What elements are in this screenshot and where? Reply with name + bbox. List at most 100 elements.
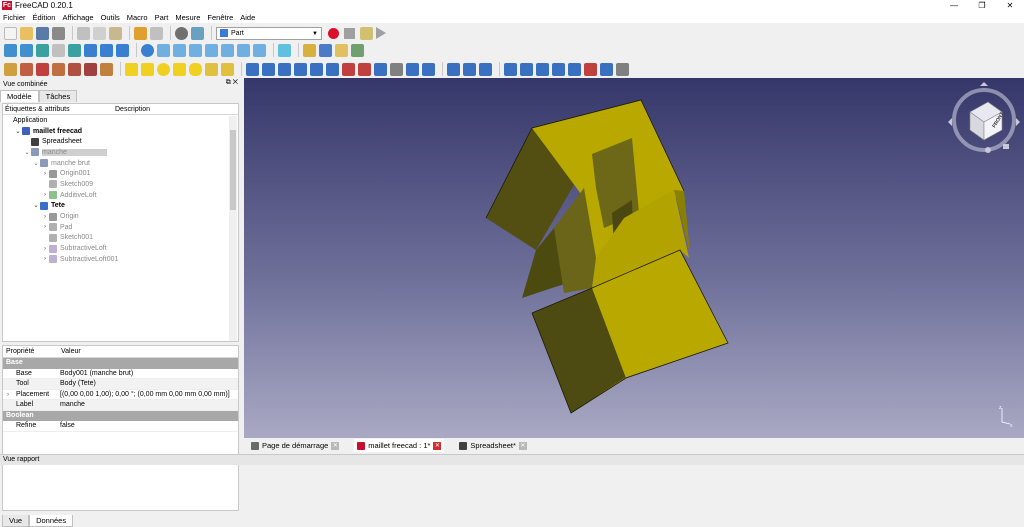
nav-arrow-up-icon[interactable] [980,82,988,86]
loft-icon[interactable] [358,62,371,76]
tree-expander-icon[interactable]: › [41,171,49,177]
group-icon[interactable] [319,43,332,57]
workbench-selector[interactable]: Part ▼ [216,26,322,40]
sphere-icon[interactable] [157,62,170,76]
tree-item[interactable]: › SubtractiveLoft001 [3,254,238,265]
close-tab-icon[interactable]: ✕ [518,441,527,450]
ruled-surface-icon[interactable] [342,62,355,76]
view-bottom-icon[interactable] [237,43,250,57]
measure-linear-icon[interactable] [584,62,597,76]
close-tab-icon[interactable]: ✕ [433,441,442,450]
refresh-icon[interactable] [175,26,188,40]
measure-angular-icon[interactable] [600,62,613,76]
tree-expander-icon[interactable]: ⌄ [32,202,40,209]
menu-outils[interactable]: Outils [101,13,120,22]
make-face-icon[interactable] [326,62,339,76]
cross-section-icon[interactable] [406,62,419,76]
close-tab-icon[interactable]: ✕ [331,441,340,450]
tree-item[interactable]: › Origin001 [3,168,238,179]
tab-vue[interactable]: Vue [2,515,30,527]
column-description[interactable]: Description [113,104,150,114]
close-button[interactable]: ✕ [996,0,1024,11]
fuse-icon[interactable] [536,62,549,76]
boolean-icon[interactable] [504,62,517,76]
tree-item[interactable]: › Origin [3,211,238,222]
sweep-icon[interactable] [374,62,387,76]
maximize-button[interactable]: ❐ [968,0,996,11]
view-isometric-icon[interactable] [157,43,170,57]
property-value[interactable]: Body001 (manche brut) [58,369,238,379]
tab-donnees[interactable]: Données [29,515,74,527]
measure-clear-icon[interactable] [616,62,629,76]
panel-float-close-buttons[interactable]: ⧉ ✕ [226,79,238,87]
tree-item[interactable]: › SubtractiveLoft [3,243,238,254]
doc-tab-start-page[interactable]: Page de démarrage ✕ [248,439,342,452]
projection-icon[interactable] [463,62,476,76]
fit-selection-icon[interactable] [20,43,33,57]
new-document-icon[interactable] [4,26,17,40]
common-icon[interactable] [552,62,565,76]
view-top-icon[interactable] [189,43,202,57]
cylinder-icon[interactable] [141,62,154,76]
part-tool-icon[interactable] [100,62,113,76]
cube-icon[interactable] [125,62,138,76]
tree-expander-icon[interactable]: ⌄ [23,149,31,156]
tree-item[interactable]: › Pad [3,222,238,233]
macro-play-icon[interactable] [376,27,386,39]
3d-viewport[interactable]: FRONT z x [244,78,1024,438]
property-row[interactable]: Label manche [3,400,238,411]
menu-part[interactable]: Part [155,13,169,22]
menu-fichier[interactable]: Fichier [3,13,26,22]
tree-expander-icon[interactable]: ⌄ [32,160,40,167]
cut-boolean-icon[interactable] [520,62,533,76]
undo-icon[interactable] [134,26,147,40]
doc-tab-spreadsheet[interactable]: Spreadsheet* ✕ [456,439,529,452]
property-value[interactable]: [(0,00 0,00 1,00); 0,00 °; (0,00 mm 0,00… [58,390,238,400]
paste-icon[interactable] [109,26,122,40]
copy-icon[interactable] [93,26,106,40]
view-front-icon[interactable] [173,43,186,57]
offset-icon[interactable] [422,62,435,76]
property-value[interactable]: false [58,421,238,431]
revolve-icon[interactable] [262,62,275,76]
part-tool-icon[interactable] [52,62,65,76]
tube-icon[interactable] [205,62,218,76]
column-labels[interactable]: Étiquettes & attributs [3,104,113,114]
minimize-button[interactable]: — [940,0,968,11]
menu-mesure[interactable]: Mesure [175,13,200,22]
menu-edition[interactable]: Édition [33,13,56,22]
stereo-icon[interactable] [68,43,81,57]
fillet-icon[interactable] [294,62,307,76]
open-folder-icon[interactable] [20,26,33,40]
mirror-icon[interactable] [278,62,291,76]
part-tool-icon[interactable] [84,62,97,76]
report-view-bar[interactable]: Vue rapport [0,454,1024,465]
nav-arrow-right-icon[interactable] [1016,118,1020,126]
view-rear-icon[interactable] [221,43,234,57]
view-right-icon[interactable] [205,43,218,57]
tree-expander-icon[interactable]: ⌄ [14,128,22,135]
splitting-icon[interactable] [568,62,581,76]
tree-item[interactable]: ⌄ manche [3,147,238,158]
redo-icon[interactable] [150,26,163,40]
measure-distance-icon[interactable] [278,43,291,57]
property-row[interactable]: Base Body001 (manche brut) [3,369,238,379]
property-group-header[interactable]: Base [3,358,238,369]
extrude-icon[interactable] [246,62,259,76]
tree-expander-icon[interactable]: › [41,256,49,262]
part-tool-icon[interactable] [68,62,81,76]
macro-edit-icon[interactable] [360,26,373,40]
tree-item[interactable]: Sketch009 [3,179,238,190]
back-arrow-icon[interactable] [84,43,97,57]
tree-scrollbar[interactable] [229,116,237,341]
torus-icon[interactable] [189,62,202,76]
compound-icon[interactable] [479,62,492,76]
macro-record-icon[interactable] [328,27,339,39]
tree-expander-icon[interactable]: › [41,224,49,230]
part-tool-icon[interactable] [4,62,17,76]
primitives-icon[interactable] [221,62,234,76]
whats-this-icon[interactable] [191,26,204,40]
property-value[interactable]: Body (Tete) [58,379,238,389]
section-icon[interactable] [390,62,403,76]
part-tool-icon[interactable] [20,62,33,76]
